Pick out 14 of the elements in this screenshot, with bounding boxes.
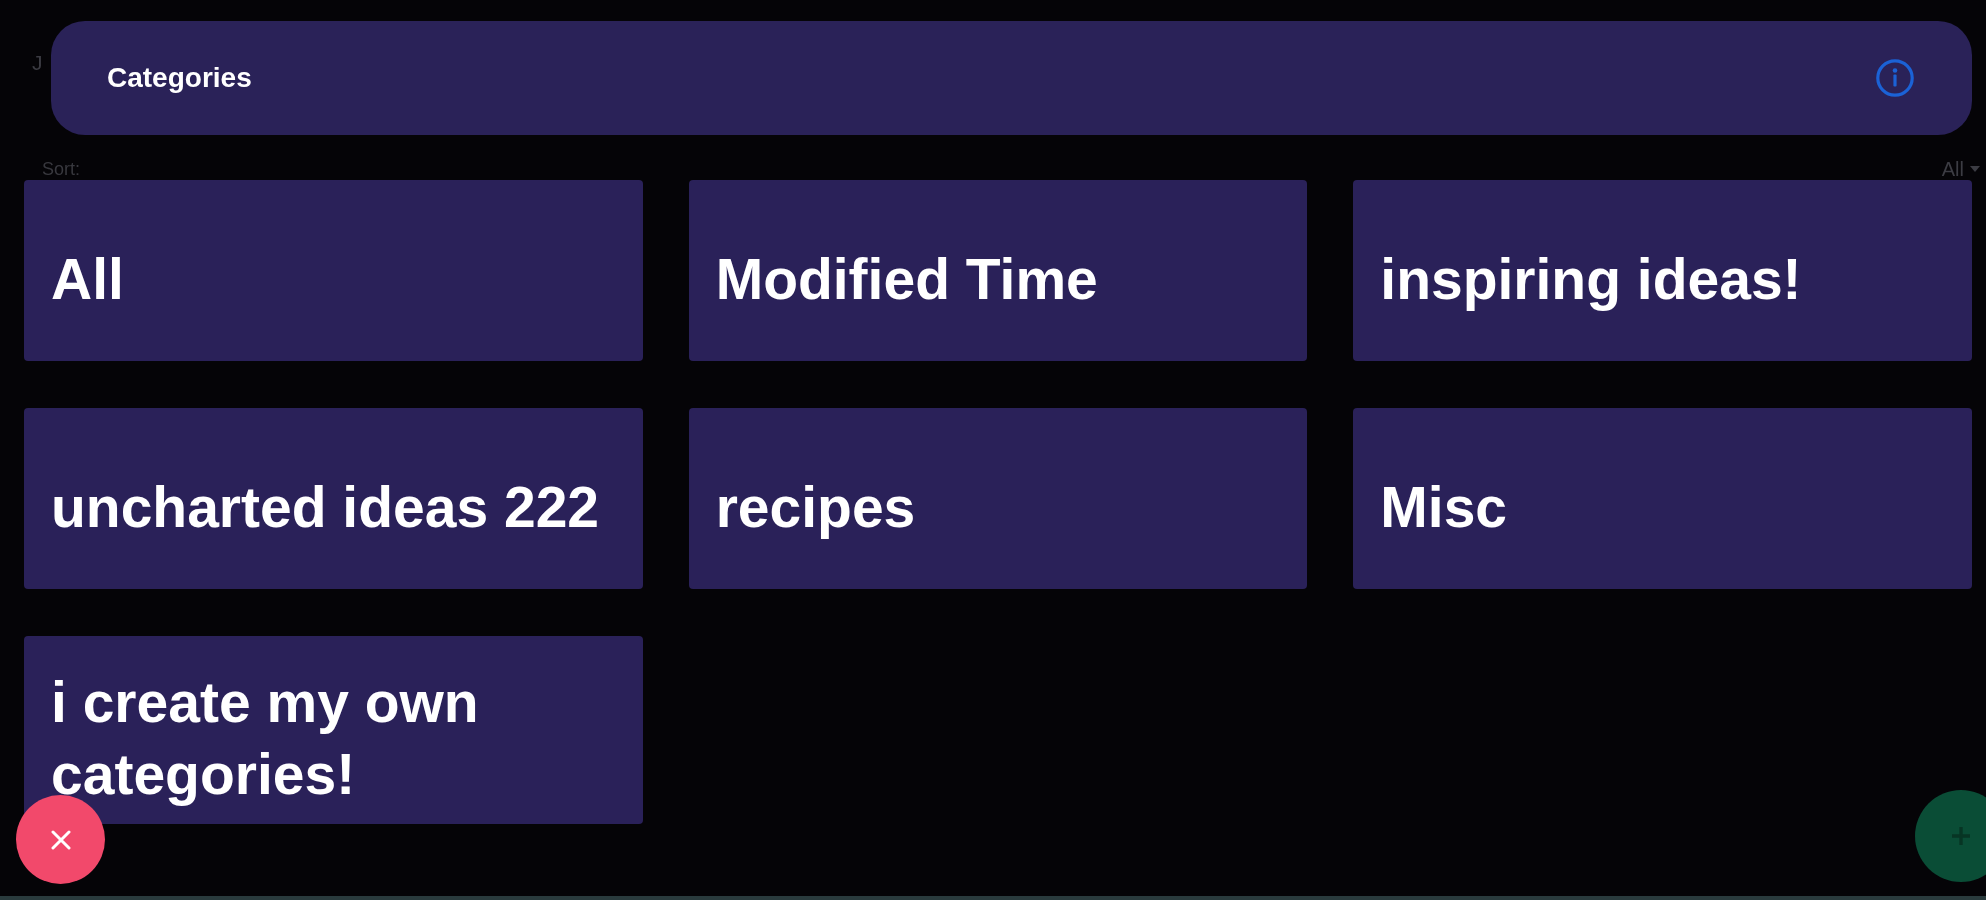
dialog-title: Categories (107, 61, 252, 95)
category-card[interactable]: Modified Time (688, 180, 1308, 361)
category-card[interactable]: recipes (688, 408, 1308, 589)
info-icon[interactable] (1876, 59, 1914, 97)
caret-icon (1970, 166, 1980, 172)
category-card[interactable]: Misc (1353, 408, 1972, 589)
category-card[interactable]: All (24, 180, 643, 361)
add-button[interactable] (1915, 790, 1986, 882)
category-card[interactable]: inspiring ideas! (1353, 180, 1972, 361)
plus-icon (1951, 826, 1971, 846)
category-card[interactable]: i create my own categories! (24, 636, 643, 824)
close-icon (50, 829, 71, 850)
page-title-text: J (32, 50, 43, 76)
category-card[interactable]: uncharted ideas 222 (24, 408, 643, 589)
